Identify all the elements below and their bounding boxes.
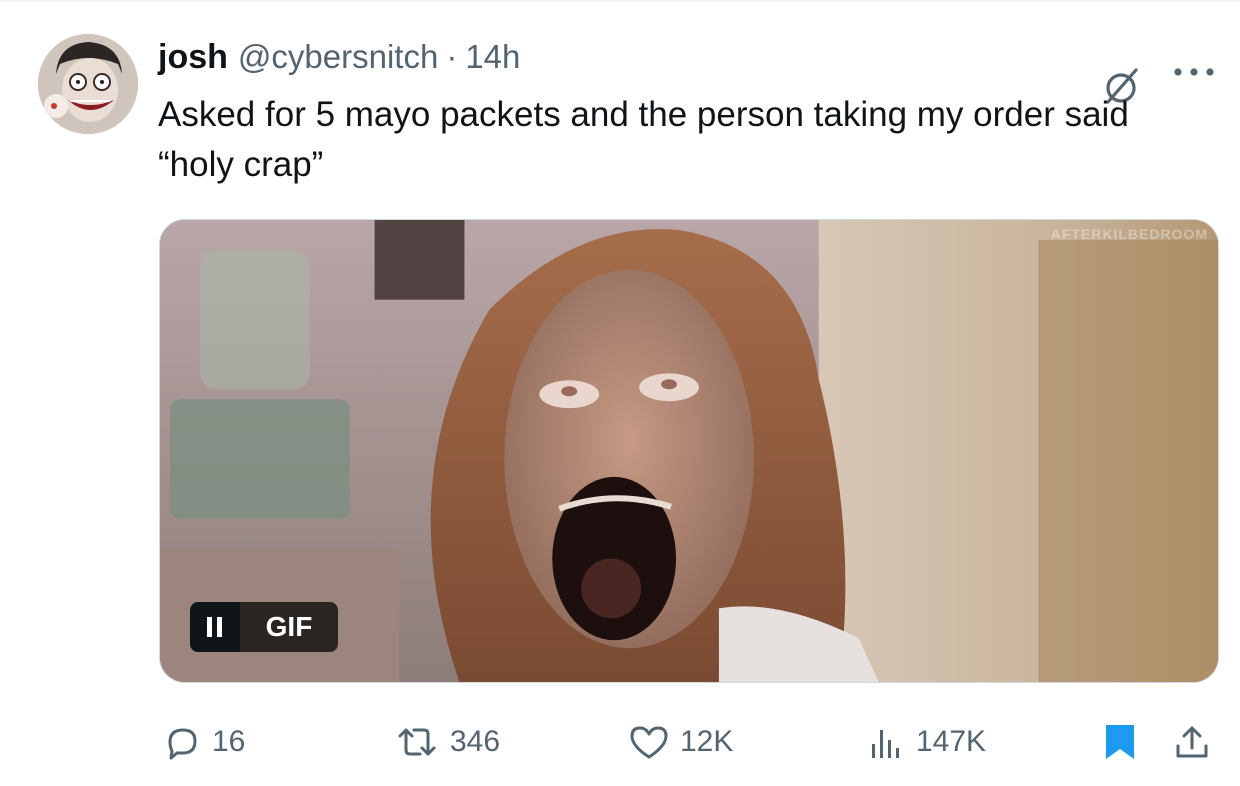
separator-dot: · [446,38,458,75]
tweet-header: josh @cybersnitch · 14h [158,38,520,82]
bookmark-icon [1106,725,1134,759]
reply-count: 16 [212,725,246,758]
gif-badge: GIF [190,602,338,652]
share-button[interactable] [1172,712,1212,772]
heart-icon [630,726,668,759]
tweet-media-gif[interactable]: AFTERKILBEDROOM GIF [159,219,1219,683]
repost-count: 346 [450,725,501,758]
views-button[interactable]: 147K [866,712,986,772]
more-icon[interactable] [1170,62,1218,82]
like-count: 12K [680,725,734,758]
reply-icon [168,728,197,760]
pause-icon [207,617,222,637]
avatar-illustration [38,34,138,134]
timestamp[interactable]: 14h [465,38,520,76]
repost-icon [398,728,436,756]
tweet-actions: 16 346 12K 147K [0,712,1240,772]
repost-button[interactable]: 346 [394,712,500,772]
views-chart-icon [872,730,899,758]
like-button[interactable]: 12K [628,712,733,772]
watermark: AFTERKILBEDROOM [1050,226,1208,242]
views-count: 147K [916,725,987,758]
reply-button[interactable]: 16 [162,712,245,772]
tweet-text: Asked for 5 mayo packets and the person … [158,95,1129,184]
author-name[interactable]: josh [158,38,228,77]
bookmark-button[interactable] [1102,712,1138,772]
gif-label: GIF [240,602,338,652]
divider [0,0,1240,2]
author-handle[interactable]: @cybersnitch [238,38,438,76]
share-icon [1176,726,1208,758]
tweet: josh @cybersnitch · 14h Asked for 5 mayo… [0,0,1240,786]
avatar[interactable] [38,34,138,134]
pause-button[interactable] [190,602,240,652]
